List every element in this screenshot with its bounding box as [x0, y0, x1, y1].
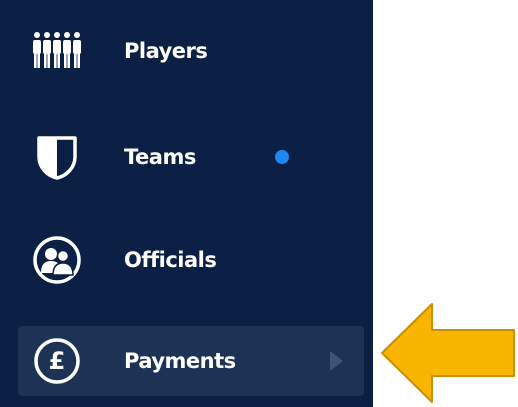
pointer-arrow-icon: [381, 303, 515, 403]
sidebar-item-officials[interactable]: Officials: [0, 229, 373, 291]
sidebar-item-label: Players: [124, 39, 208, 63]
sidebar-item-label: Teams: [124, 145, 196, 169]
officials-icon: [28, 236, 86, 284]
svg-text:£: £: [49, 347, 66, 375]
pound-icon: £: [28, 337, 86, 385]
sidebar-item-label: Officials: [124, 248, 217, 272]
sidebar-item-teams[interactable]: Teams: [0, 126, 373, 188]
shield-icon: [28, 133, 86, 181]
sidebar-item-payments[interactable]: £ Payments: [18, 326, 364, 396]
screenshot-stage: Players Teams Officials £ Payments: [0, 0, 518, 407]
notification-dot: [275, 150, 289, 164]
players-icon: [28, 27, 86, 75]
sidebar: Players Teams Officials £ Payments: [0, 0, 373, 407]
sidebar-item-label: Payments: [124, 349, 236, 373]
sidebar-item-players[interactable]: Players: [0, 20, 373, 82]
chevron-right-icon: [330, 351, 343, 371]
